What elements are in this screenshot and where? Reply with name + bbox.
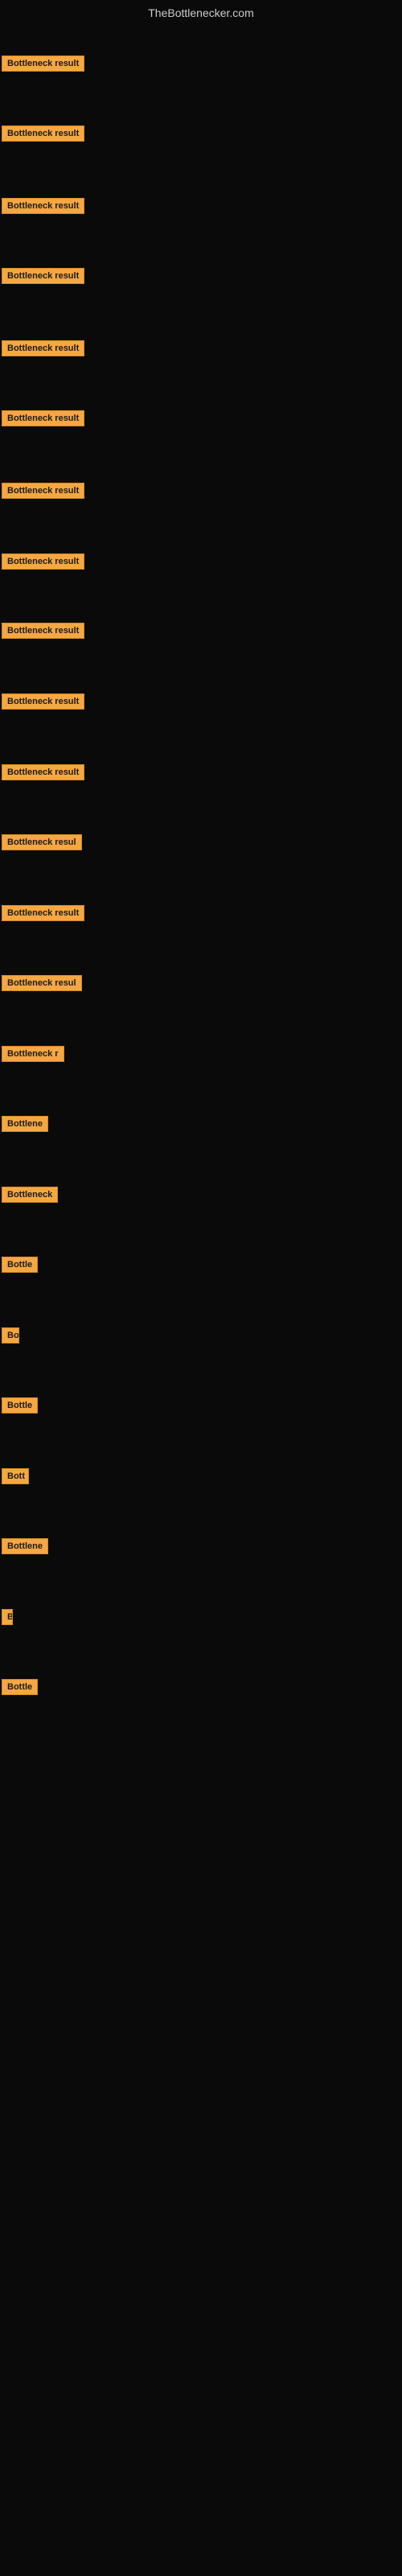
bottleneck-badge-15: Bottleneck r xyxy=(2,1046,64,1062)
bottleneck-item-9[interactable]: Bottleneck result xyxy=(2,623,84,643)
bottleneck-badge-17: Bottleneck xyxy=(2,1187,58,1203)
bottleneck-item-6[interactable]: Bottleneck result xyxy=(2,410,84,430)
bottleneck-item-20[interactable]: Bottle xyxy=(2,1397,38,1418)
bottleneck-badge-20: Bottle xyxy=(2,1397,38,1414)
bottleneck-badge-11: Bottleneck result xyxy=(2,764,84,780)
bottleneck-item-17[interactable]: Bottleneck xyxy=(2,1187,58,1207)
bottleneck-item-22[interactable]: Bottlene xyxy=(2,1538,48,1558)
bottleneck-item-5[interactable]: Bottleneck result xyxy=(2,340,84,360)
bottleneck-item-3[interactable]: Bottleneck result xyxy=(2,198,84,218)
bottleneck-item-1[interactable]: Bottleneck result xyxy=(2,56,84,76)
bottleneck-badge-8: Bottleneck result xyxy=(2,553,84,570)
bottleneck-item-16[interactable]: Bottlene xyxy=(2,1116,48,1136)
bottleneck-badge-21: Bott xyxy=(2,1468,29,1484)
bottleneck-badge-12: Bottleneck resul xyxy=(2,834,82,850)
bottleneck-item-13[interactable]: Bottleneck result xyxy=(2,905,84,925)
bottleneck-item-18[interactable]: Bottle xyxy=(2,1257,38,1277)
bottleneck-item-15[interactable]: Bottleneck r xyxy=(2,1046,64,1066)
bottleneck-item-8[interactable]: Bottleneck result xyxy=(2,553,84,574)
bottleneck-badge-10: Bottleneck result xyxy=(2,693,84,710)
bottleneck-item-21[interactable]: Bott xyxy=(2,1468,29,1488)
bottleneck-badge-23: B xyxy=(2,1609,13,1625)
site-title: TheBottlenecker.com xyxy=(0,0,402,26)
bottleneck-item-19[interactable]: Bo xyxy=(2,1327,19,1348)
bottleneck-item-10[interactable]: Bottleneck result xyxy=(2,693,84,714)
bottleneck-item-24[interactable]: Bottle xyxy=(2,1679,38,1699)
bottleneck-badge-24: Bottle xyxy=(2,1679,38,1695)
bottleneck-badge-5: Bottleneck result xyxy=(2,340,84,356)
bottleneck-badge-13: Bottleneck result xyxy=(2,905,84,921)
bottleneck-badge-2: Bottleneck result xyxy=(2,126,84,142)
bottleneck-badge-19: Bo xyxy=(2,1327,19,1344)
bottleneck-item-11[interactable]: Bottleneck result xyxy=(2,764,84,784)
bottleneck-badge-22: Bottlene xyxy=(2,1538,48,1554)
bottleneck-item-23[interactable]: B xyxy=(2,1609,13,1629)
bottleneck-badge-9: Bottleneck result xyxy=(2,623,84,639)
bottleneck-badge-14: Bottleneck resul xyxy=(2,975,82,991)
bottleneck-badge-16: Bottlene xyxy=(2,1116,48,1132)
bottleneck-badge-4: Bottleneck result xyxy=(2,268,84,284)
bottleneck-item-4[interactable]: Bottleneck result xyxy=(2,268,84,288)
bottleneck-badge-18: Bottle xyxy=(2,1257,38,1273)
bottleneck-badge-1: Bottleneck result xyxy=(2,56,84,72)
bottleneck-badge-7: Bottleneck result xyxy=(2,483,84,499)
bottleneck-badge-6: Bottleneck result xyxy=(2,410,84,426)
bottleneck-item-7[interactable]: Bottleneck result xyxy=(2,483,84,503)
bottleneck-item-2[interactable]: Bottleneck result xyxy=(2,126,84,146)
bottleneck-item-14[interactable]: Bottleneck resul xyxy=(2,975,82,995)
bottleneck-badge-3: Bottleneck result xyxy=(2,198,84,214)
bottleneck-item-12[interactable]: Bottleneck resul xyxy=(2,834,82,854)
